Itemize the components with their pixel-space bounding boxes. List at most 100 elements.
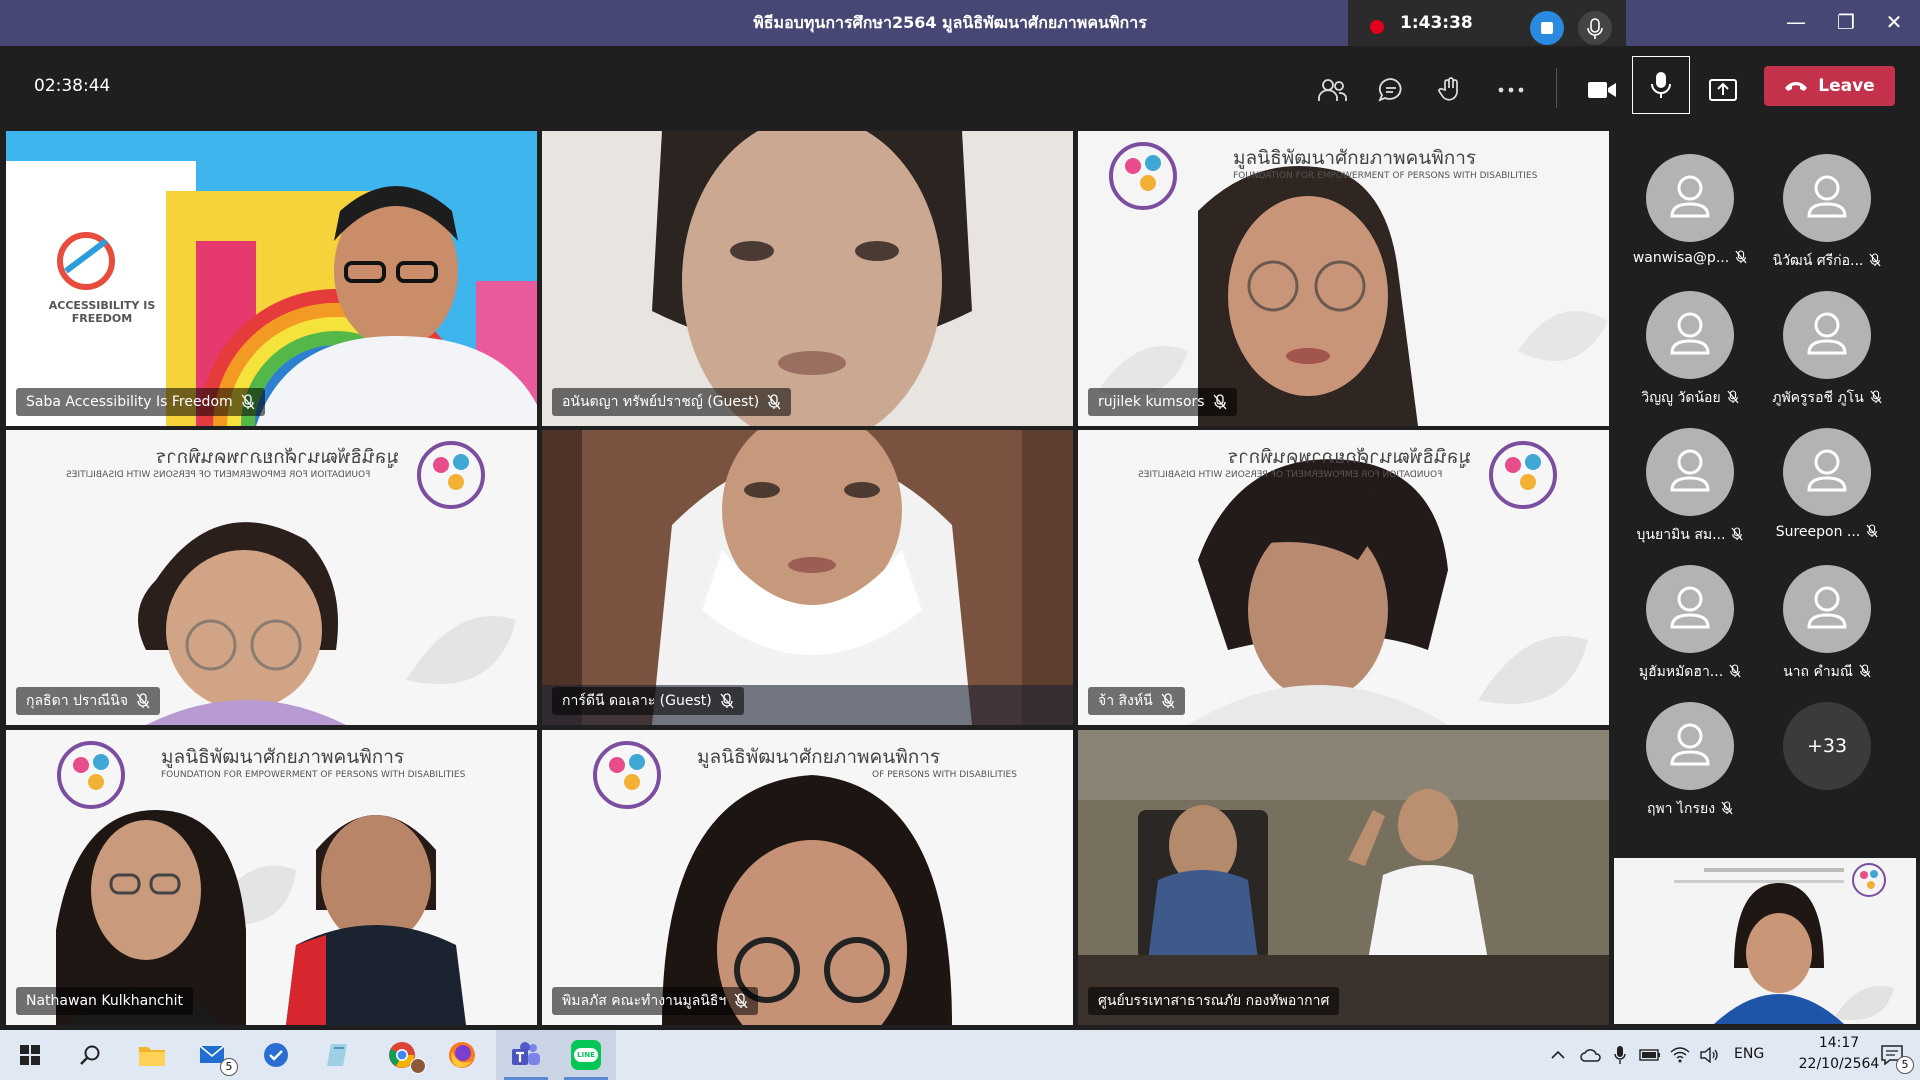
self-video-feed [1614,858,1916,1024]
banner-title: มูลนิธิพัฒนาศักยภาพคนพิการ [156,446,400,468]
person-icon [1670,449,1710,492]
person-icon [1807,586,1847,629]
person-icon [1670,175,1710,218]
video-tile-7[interactable]: มูลนิธิพัฒนาศักยภาพคนพิการ FOUNDATION FO… [6,730,537,1025]
video-tile-9[interactable]: ศูนย์บรรเทาสาธารณภัย กองทัพอากาศ [1078,730,1609,1025]
mic-off-icon [241,394,255,410]
share-screen-button[interactable] [1703,70,1743,110]
firefox-button[interactable] [432,1030,492,1080]
cloud-sync-button[interactable] [1574,1030,1608,1080]
battery-icon [1639,1049,1660,1061]
roster-item[interactable]: บุนยามิน สม... [1621,402,1759,543]
self-view-preview[interactable] [1614,858,1916,1024]
person-icon [1807,175,1847,218]
start-button[interactable] [0,1030,60,1080]
camera-button[interactable] [1582,70,1622,110]
volume-button[interactable] [1694,1030,1726,1080]
roster-item[interactable]: มูฮัมหมัดฮา... [1621,539,1759,680]
video-feed [542,430,1073,725]
notification-badge: 5 [1896,1056,1914,1074]
video-tile-6[interactable]: มูลนิธิพัฒนาศักยภาพคนพิการ FOUNDATION FO… [1078,430,1609,725]
mic-off-icon [1866,524,1878,538]
roster-item[interactable]: วิญญู วัดน้อย [1621,265,1759,406]
banner-subtitle: FOUNDATION FOR EMPOWERMENT OF PERSONS WI… [1138,470,1443,480]
avatar [1783,291,1871,379]
roster-item[interactable]: wanwisa@p... [1621,128,1759,266]
roster-item[interactable]: ภูพัครูรอชี ภูโน [1758,265,1896,406]
share-tray-icon [1709,79,1737,101]
notes-button[interactable] [308,1030,368,1080]
toolbar-divider [1556,68,1557,108]
input-language[interactable]: ENG [1734,1046,1764,1062]
video-tile-3[interactable]: มูลนิธิพัฒนาศักยภาพคนพิการ FOUNDATION FO… [1078,131,1609,426]
hang-up-icon [1785,82,1808,91]
participant-name: อนันตญา ทรัพย์ปราชญ์ (Guest) [562,394,760,410]
avatar [1646,291,1734,379]
participant-name: กุลธิดา ปราณีนิจ [26,693,129,709]
video-tile-2[interactable]: อนันตญา ทรัพย์ปราชญ์ (Guest) [542,131,1073,426]
roster-name: wanwisa@p... [1621,250,1759,266]
teams-icon [512,1042,540,1065]
wifi-button[interactable] [1664,1030,1696,1080]
minimize-icon[interactable]: — [1776,10,1816,34]
mic-off-icon [1735,250,1747,264]
search-icon [80,1045,100,1065]
video-tile-5[interactable]: การ์ดีนี ดอเลาะ (Guest) [542,430,1073,725]
line-button[interactable]: LINE [556,1030,616,1080]
recording-mic-button[interactable] [1578,11,1612,45]
video-tile-8[interactable]: มูลนิธิพัฒนาศักยภาพคนพิการ OF PERSONS WI… [542,730,1073,1025]
chrome-button[interactable] [372,1030,432,1080]
roster-item[interactable]: นาถ คำมณี [1758,539,1896,680]
banner-subtitle: OF PERSONS WITH DISABILITIES [872,770,1017,780]
avatar [1646,428,1734,516]
close-icon[interactable]: ✕ [1874,10,1914,34]
participant-name-chip: จ้า สิงห์นี [1088,687,1185,715]
folder-icon [139,1047,165,1066]
file-explorer-button[interactable] [122,1030,182,1080]
more-participants-count[interactable]: +33 [1783,702,1871,790]
windows-taskbar: 5 LINE ENG 14:17 22/10/2564 5 [0,1030,1920,1080]
video-tile-1[interactable]: ACCESSIBILITY IS FREEDOM Saba Accessibil… [6,131,537,426]
more-actions-button[interactable] [1491,70,1531,110]
mail-button[interactable]: 5 [184,1030,244,1080]
restore-icon[interactable]: ❐ [1826,10,1866,34]
people-icon [1318,79,1347,101]
mic-off-icon [1213,394,1227,410]
notification-center-button[interactable]: 5 [1868,1030,1916,1080]
microphone-button[interactable] [1632,56,1690,114]
battery-button[interactable] [1634,1030,1666,1080]
speaker-icon [1700,1047,1718,1063]
mic-off-icon [767,394,781,410]
chevron-up-icon [1551,1050,1565,1059]
participant-name: rujilek kumsors [1098,394,1205,410]
microphone-in-use-button[interactable] [1604,1030,1636,1080]
show-hidden-icons-button[interactable] [1540,1030,1576,1080]
person-icon [1670,312,1710,355]
logo-caption: ACCESSIBILITY IS FREEDOM [48,299,156,325]
roster-item[interactable]: นิวัฒน์ ศรีก่อ... [1758,128,1896,269]
banner-title: มูลนิธิพัฒนาศักยภาพคนพิการ [1228,446,1472,468]
participant-name: ศูนย์บรรเทาสาธารณภัย กองทัพอากาศ [1098,993,1330,1009]
show-participants-button[interactable] [1312,70,1352,110]
line-icon: LINE [571,1040,601,1070]
leave-button[interactable]: Leave [1764,66,1895,106]
roster-item[interactable]: Sureepon ... [1758,402,1896,540]
stop-recording-button[interactable] [1530,11,1564,45]
to-do-button[interactable] [246,1030,306,1080]
show-chat-button[interactable] [1371,70,1411,110]
roster-item[interactable]: ฤพา ไกรยง [1621,676,1759,817]
person-icon [1670,586,1710,629]
profile-badge-icon [410,1058,426,1074]
participant-name: จ้า สิงห์นี [1098,693,1153,709]
teams-button[interactable] [496,1030,556,1080]
recording-time: 1:43:38 [1400,13,1473,33]
roster-more-item[interactable]: +33 [1758,676,1896,806]
video-tile-4[interactable]: มูลนิธิพัฒนาศักยภาพคนพิการ FOUNDATION FO… [6,430,537,725]
firefox-icon [449,1042,475,1068]
participant-name-chip: อนันตญา ทรัพย์ปราชญ์ (Guest) [552,388,792,416]
roster-name: Sureepon ... [1758,524,1896,540]
wifi-icon [1670,1047,1690,1063]
raise-hand-button[interactable] [1431,70,1471,110]
mic-off-icon [1161,693,1175,709]
search-button[interactable] [60,1030,120,1080]
